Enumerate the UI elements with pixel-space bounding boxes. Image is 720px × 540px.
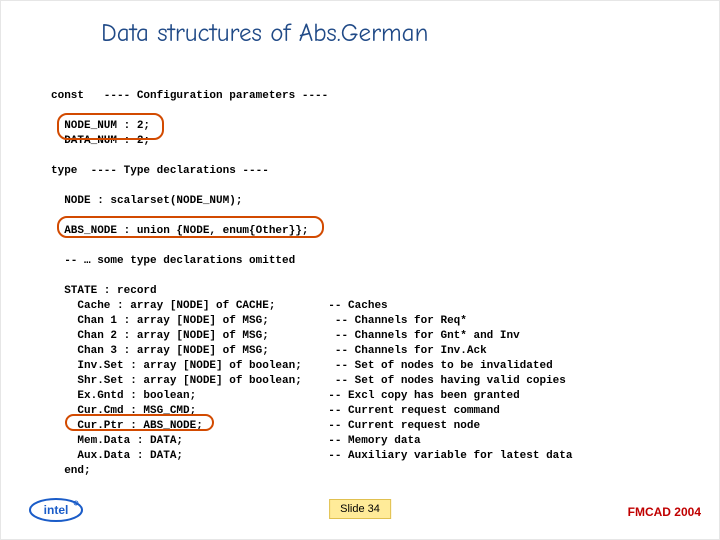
code-line: STATE : record — [51, 285, 157, 297]
code-line: Shr.Set : array [NODE] of boolean; -- Se… — [51, 375, 566, 387]
code-line: Chan 2 : array [NODE] of MSG; -- Channel… — [51, 330, 520, 342]
svg-text:intel: intel — [44, 503, 69, 517]
slide: Data structures of Abs.German const ----… — [0, 0, 720, 540]
code-line: end; — [51, 465, 91, 477]
code-line: -- … some type declarations omitted — [51, 255, 295, 267]
intel-logo-icon: intel R — [29, 495, 83, 525]
code-line: DATA_NUM : 2; — [51, 135, 150, 147]
code-line: Inv.Set : array [NODE] of boolean; -- Se… — [51, 360, 553, 372]
svg-text:R: R — [75, 502, 77, 506]
code-line: const ---- Configuration parameters ---- — [51, 90, 328, 102]
slide-title: Data structures of Abs.German — [101, 19, 428, 48]
code-line: Mem.Data : DATA; -- Memory data — [51, 435, 421, 447]
code-line: Ex.Gntd : boolean; -- Excl copy has been… — [51, 390, 520, 402]
conference-label: FMCAD 2004 — [628, 505, 701, 519]
code-line: Cur.Cmd : MSG_CMD; -- Current request co… — [51, 405, 500, 417]
code-line: Chan 3 : array [NODE] of MSG; -- Channel… — [51, 345, 487, 357]
code-line: NODE : scalarset(NODE_NUM); — [51, 195, 242, 207]
code-line: Chan 1 : array [NODE] of MSG; -- Channel… — [51, 315, 467, 327]
code-line: ABS_NODE : union {NODE, enum{Other}}; — [51, 225, 308, 237]
code-line: Aux.Data : DATA; -- Auxiliary variable f… — [51, 450, 573, 462]
code-line: Cache : array [NODE] of CACHE; -- Caches — [51, 300, 388, 312]
code-line: Cur.Ptr : ABS_NODE; -- Current request n… — [51, 420, 480, 432]
code-line: NODE_NUM : 2; — [51, 120, 150, 132]
slide-number: Slide 34 — [329, 499, 391, 519]
code-line: type ---- Type declarations ---- — [51, 165, 269, 177]
code-block: const ---- Configuration parameters ----… — [51, 89, 691, 479]
